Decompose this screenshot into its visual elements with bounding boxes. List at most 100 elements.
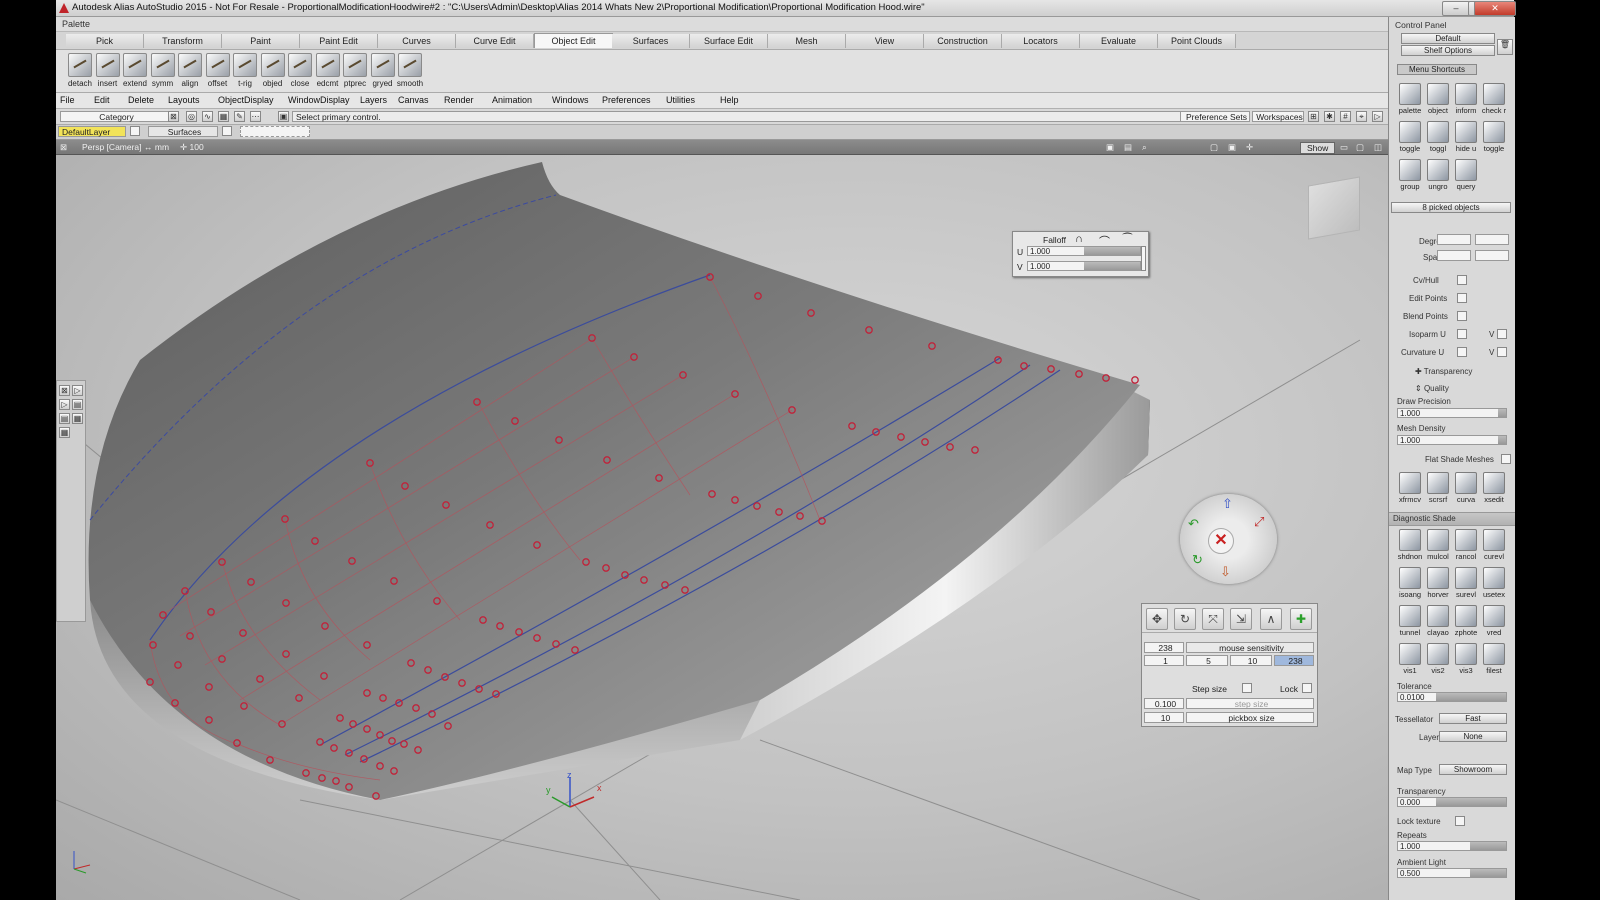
control-vertex[interactable] bbox=[345, 749, 353, 757]
control-vertex[interactable] bbox=[796, 512, 804, 520]
control-vertex[interactable] bbox=[407, 659, 415, 667]
tab-transform[interactable]: Transform bbox=[144, 34, 222, 48]
degree-field[interactable] bbox=[1437, 234, 1471, 245]
control-vertex[interactable] bbox=[496, 622, 504, 630]
shortcut-mulcol[interactable]: mulcol bbox=[1425, 529, 1451, 561]
control-vertex[interactable] bbox=[400, 740, 408, 748]
control-vertex[interactable] bbox=[681, 586, 689, 594]
control-vertex[interactable] bbox=[731, 496, 739, 504]
control-vertex[interactable] bbox=[376, 731, 384, 739]
side-tool-1-icon[interactable]: ⊠ bbox=[59, 385, 70, 396]
control-vertex[interactable] bbox=[282, 599, 290, 607]
shortcut-vis1[interactable]: vis1 bbox=[1397, 643, 1423, 675]
falloff-flat-icon[interactable]: ⁀ bbox=[1123, 233, 1132, 246]
viewport-split-icon[interactable]: ◫ bbox=[1374, 142, 1382, 153]
viewport-layout-icon[interactable]: ▭ bbox=[1340, 142, 1348, 153]
mesh-density-slider[interactable]: 1.000 bbox=[1397, 435, 1507, 445]
camera-track-icon[interactable]: ▣ bbox=[1106, 142, 1114, 153]
menu-canvas[interactable]: Canvas bbox=[398, 95, 429, 105]
shortcut-xsedit[interactable]: xsedit bbox=[1481, 472, 1507, 504]
control-vertex[interactable] bbox=[486, 521, 494, 529]
control-vertex[interactable] bbox=[552, 640, 560, 648]
surfaces-layer[interactable]: Surfaces bbox=[148, 126, 218, 137]
tab-pick[interactable]: Pick bbox=[66, 34, 144, 48]
side-tool-2-icon[interactable]: ▷ bbox=[72, 385, 83, 396]
falloff-u-slider[interactable]: 1.000 bbox=[1027, 246, 1141, 256]
shortcut-filest[interactable]: filest bbox=[1481, 643, 1507, 675]
default-layer[interactable]: DefaultLayer bbox=[58, 126, 126, 137]
tool-objed[interactable]: objed bbox=[259, 53, 287, 88]
shortcut-hide-u[interactable]: hide u bbox=[1453, 121, 1479, 153]
surface-icon[interactable]: ▦ bbox=[218, 111, 229, 122]
control-vertex[interactable] bbox=[401, 482, 409, 490]
control-vertex[interactable] bbox=[555, 436, 563, 444]
control-vertex[interactable] bbox=[302, 769, 310, 777]
sensitivity-step-238[interactable]: 238 bbox=[1274, 655, 1314, 666]
control-vertex[interactable] bbox=[207, 608, 215, 616]
manip-down-icon[interactable]: ⇩ bbox=[1220, 564, 1231, 580]
side-tool-7-icon[interactable]: ▦ bbox=[59, 427, 70, 438]
shortcut-rancol[interactable]: rancol bbox=[1453, 529, 1479, 561]
shortcut-vred[interactable]: vred bbox=[1481, 605, 1507, 637]
shortcut-check-r[interactable]: check r bbox=[1481, 83, 1507, 115]
expand-icon[interactable]: ▷ bbox=[1372, 111, 1383, 122]
manip-left-icon[interactable]: ↶ bbox=[1188, 516, 1199, 532]
menu-windows[interactable]: Windows bbox=[552, 95, 589, 105]
control-vertex[interactable] bbox=[414, 746, 422, 754]
control-vertex[interactable] bbox=[897, 433, 905, 441]
sensitivity-step-1[interactable]: 1 bbox=[1144, 655, 1184, 666]
edit-points-checkbox[interactable] bbox=[1457, 293, 1467, 303]
control-vertex[interactable] bbox=[372, 792, 380, 800]
lock-texture-checkbox[interactable] bbox=[1455, 816, 1465, 826]
control-vertex[interactable] bbox=[349, 720, 357, 728]
control-vertex[interactable] bbox=[458, 679, 466, 687]
tool-ptprec[interactable]: ptprec bbox=[341, 53, 369, 88]
blend-points-checkbox[interactable] bbox=[1457, 311, 1467, 321]
pencil-icon[interactable]: ✎ bbox=[234, 111, 245, 122]
view-icon-1[interactable]: ▢ bbox=[1210, 142, 1218, 153]
control-vertex[interactable] bbox=[775, 508, 783, 516]
control-vertex[interactable] bbox=[706, 273, 714, 281]
repeats-slider[interactable]: 1.000 bbox=[1397, 841, 1507, 851]
control-vertex[interactable] bbox=[159, 611, 167, 619]
control-vertex[interactable] bbox=[807, 309, 815, 317]
manip-right-icon[interactable]: ⤢ bbox=[1254, 514, 1264, 530]
tab-construction[interactable]: Construction bbox=[924, 34, 1002, 48]
control-vertex[interactable] bbox=[640, 576, 648, 584]
control-vertex[interactable] bbox=[379, 694, 387, 702]
control-vertex[interactable] bbox=[240, 702, 248, 710]
control-vertex[interactable] bbox=[582, 558, 590, 566]
menu-render[interactable]: Render bbox=[444, 95, 474, 105]
tool-gryed[interactable]: gryed bbox=[369, 53, 397, 88]
control-vertex[interactable] bbox=[479, 616, 487, 624]
tab-point-clouds[interactable]: Point Clouds bbox=[1158, 34, 1236, 48]
tool-align[interactable]: align bbox=[176, 53, 204, 88]
isoparm-u-checkbox[interactable] bbox=[1457, 329, 1467, 339]
control-vertex[interactable] bbox=[186, 632, 194, 640]
empty-layer-slot[interactable] bbox=[240, 126, 310, 137]
tool-close[interactable]: close bbox=[286, 53, 314, 88]
viewport-close-icon[interactable]: ⊠ bbox=[60, 142, 67, 153]
control-vertex[interactable] bbox=[233, 739, 241, 747]
scale-icon[interactable]: ⤧ bbox=[1202, 608, 1224, 630]
tool-extend[interactable]: extend bbox=[121, 53, 149, 88]
shortcut-zphote[interactable]: zphote bbox=[1453, 605, 1479, 637]
shelf-default-dropdown[interactable]: Default bbox=[1401, 33, 1495, 44]
tab-mesh[interactable]: Mesh bbox=[768, 34, 846, 48]
control-vertex[interactable] bbox=[515, 628, 523, 636]
tool-symm[interactable]: symm bbox=[149, 53, 177, 88]
control-vertex[interactable] bbox=[533, 541, 541, 549]
surfaces-layer-visibility[interactable] bbox=[222, 126, 232, 136]
control-vertex[interactable] bbox=[256, 675, 264, 683]
workspaces-button[interactable]: Workspaces bbox=[1252, 111, 1304, 122]
control-vertex[interactable] bbox=[181, 587, 189, 595]
shortcut-ungro[interactable]: ungro bbox=[1425, 159, 1451, 191]
control-vertex[interactable] bbox=[205, 683, 213, 691]
category-toggle-icon[interactable]: ⊠ bbox=[168, 111, 179, 122]
control-vertex[interactable] bbox=[348, 557, 356, 565]
menu-shortcuts-tab[interactable]: Menu Shortcuts bbox=[1397, 64, 1477, 75]
control-vertex[interactable] bbox=[679, 371, 687, 379]
control-vertex[interactable] bbox=[428, 710, 436, 718]
show-button[interactable]: Show bbox=[1300, 142, 1336, 154]
tab-curve-edit[interactable]: Curve Edit bbox=[456, 34, 534, 48]
